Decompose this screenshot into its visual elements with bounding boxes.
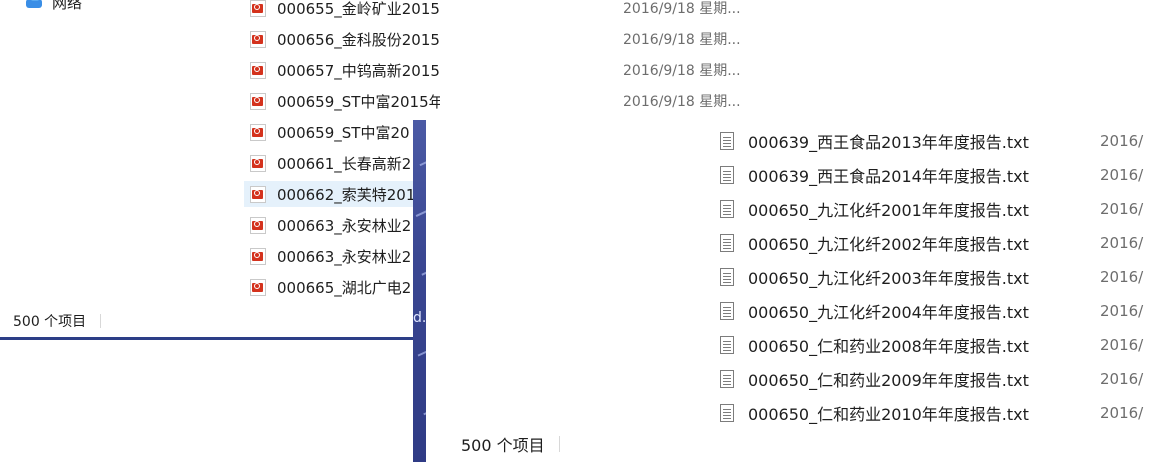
file-name: 000639_西王食品2013年年度报告.txt (748, 133, 1029, 152)
file-date: 2016/ (1100, 336, 1144, 354)
file-name: 000650_九江化纤2001年年度报告.txt (748, 201, 1029, 220)
nav-item-network[interactable]: 网络 (26, 0, 82, 13)
file-row[interactable]: 000663_永安林业2 (244, 243, 440, 269)
nav-item-network-label: 网络 (52, 0, 83, 12)
pdf-file-icon (250, 123, 266, 141)
file-name: 000650_九江化纤2002年年度报告.txt (748, 235, 1029, 254)
file-date: 2016/ (1100, 404, 1144, 422)
text-file-icon (720, 132, 734, 150)
desktop-text-fragment: d. (413, 310, 427, 326)
pdf-file-icon (250, 92, 266, 110)
file-name: 000659_ST中富2015年年度报告（更新... (277, 92, 440, 111)
file-name: 000655_金岭矿业2015年年度报告.pdf (277, 0, 440, 18)
status-divider (100, 314, 102, 328)
pdf-file-icon (250, 154, 266, 172)
item-count: 500 个项目 (461, 436, 545, 455)
file-row[interactable]: 000659_ST中富20 (244, 119, 440, 145)
text-file-icon (720, 404, 734, 422)
text-file-icon (720, 234, 734, 252)
file-date: 2016/9/18 星期... (623, 32, 741, 48)
pdf-file-icon (250, 278, 266, 296)
status-divider (558, 436, 560, 452)
file-date: 2016/ (1100, 132, 1144, 150)
file-name: 000650_仁和药业2009年年度报告.txt (748, 371, 1029, 390)
network-icon (26, 0, 44, 10)
file-date: 2016/ (1100, 234, 1144, 252)
pdf-file-icon (250, 0, 266, 17)
item-count: 500 个项目 (13, 314, 87, 330)
front-explorer-window: 000639_西王食品2013年年度报告.txt 2016/ 000639_西王… (426, 120, 1173, 462)
file-date: 2016/ (1100, 268, 1144, 286)
file-row[interactable]: 000657_中钨高新2015年年度报告.pdf (244, 57, 440, 83)
back-explorer-window: 网络 000655_金岭矿业2015年年度报告.pdf 000656_金科股份2… (0, 0, 440, 338)
file-row[interactable]: 000650_九江化纤2001年年度报告.txt 2016/ (720, 194, 1143, 224)
file-date: 2016/9/18 星期... (623, 1, 741, 17)
file-row[interactable]: 000661_长春高新2 (244, 150, 440, 176)
file-date: 2016/ (1100, 302, 1144, 320)
pdf-file-icon (250, 216, 266, 234)
file-date: 2016/ (1100, 200, 1144, 218)
file-row[interactable]: 000650_仁和药业2009年年度报告.txt 2016/ (720, 364, 1143, 394)
pdf-file-icon (250, 247, 266, 265)
file-row[interactable]: 000650_九江化纤2003年年度报告.txt 2016/ (720, 262, 1143, 292)
file-row[interactable]: 000650_九江化纤2004年年度报告.txt 2016/ (720, 296, 1143, 326)
file-row[interactable]: 000639_西王食品2014年年度报告.txt 2016/ (720, 160, 1143, 190)
file-row[interactable]: 000655_金岭矿业2015年年度报告.pdf (244, 0, 440, 21)
file-name: 000657_中钨高新2015年年度报告.pdf (277, 61, 440, 80)
text-file-icon (720, 370, 734, 388)
file-date: 2016/9/18 星期... (623, 63, 741, 79)
text-file-icon (720, 200, 734, 218)
file-row[interactable]: 000663_永安林业2 (244, 212, 440, 238)
text-file-icon (720, 336, 734, 354)
text-file-icon (720, 166, 734, 184)
file-date: 2016/9/18 星期... (623, 94, 741, 110)
file-date: 2016/ (1100, 166, 1144, 184)
file-row[interactable]: 000650_仁和药业2010年年度报告.txt 2016/ (720, 398, 1143, 428)
pdf-file-icon (250, 61, 266, 79)
file-row-selected[interactable]: 000662_索芙特201 (244, 181, 440, 207)
pdf-file-icon (250, 185, 266, 203)
back-window-overflow (440, 0, 620, 120)
file-name: 000650_九江化纤2004年年度报告.txt (748, 303, 1029, 322)
status-bar: 500 个项目 (426, 430, 560, 458)
text-file-icon (720, 302, 734, 320)
file-row[interactable]: 000650_九江化纤2002年年度报告.txt 2016/ (720, 228, 1143, 258)
text-file-icon (720, 268, 734, 286)
file-row[interactable]: 000659_ST中富2015年年度报告（更新... (244, 88, 440, 114)
file-date: 2016/ (1100, 370, 1144, 388)
file-row[interactable]: 000650_仁和药业2008年年度报告.txt 2016/ (720, 330, 1143, 360)
file-name: 000656_金科股份2015年年度报告.pdf (277, 30, 440, 49)
taskbar-edge (0, 337, 430, 340)
file-name: 000650_仁和药业2008年年度报告.txt (748, 337, 1029, 356)
file-row[interactable]: 000639_西王食品2013年年度报告.txt 2016/ (720, 126, 1143, 156)
file-name: 000650_九江化纤2003年年度报告.txt (748, 269, 1029, 288)
file-row[interactable]: 000656_金科股份2015年年度报告.pdf (244, 26, 440, 52)
pdf-file-icon (250, 30, 266, 48)
file-name: 000650_仁和药业2010年年度报告.txt (748, 405, 1029, 424)
status-bar: 500 个项目 (0, 310, 440, 332)
file-row[interactable]: 000665_湖北广电2 (244, 274, 440, 300)
file-name: 000639_西王食品2014年年度报告.txt (748, 167, 1029, 186)
